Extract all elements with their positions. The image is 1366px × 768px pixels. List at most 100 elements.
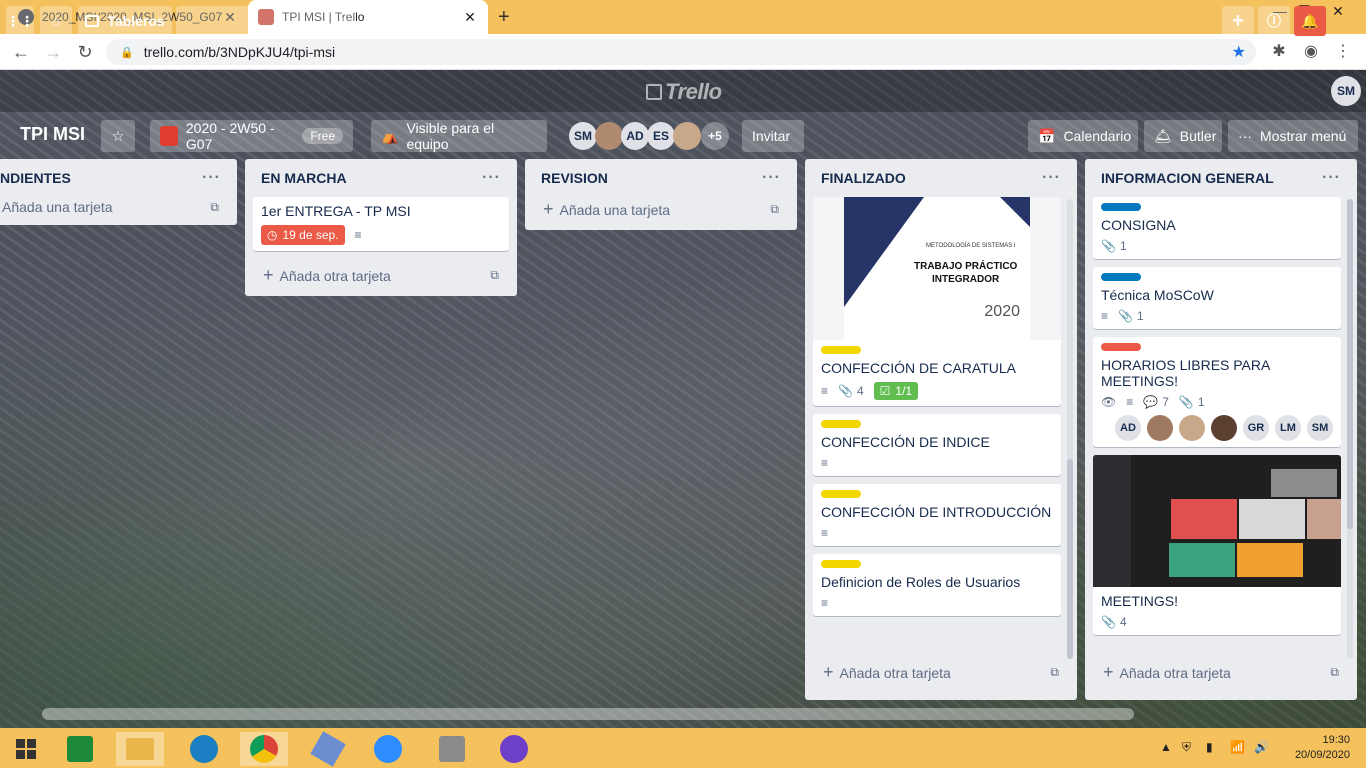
invite-button[interactable]: Invitar (742, 120, 804, 152)
list-en-marcha: EN MARCHA ··· 1er ENTREGA - TP MSI ◷ 19 … (245, 159, 517, 296)
list-title[interactable]: NDIENTES (0, 170, 202, 186)
member-avatar[interactable]: LM (1275, 415, 1301, 441)
list-title[interactable]: REVISION (541, 170, 762, 186)
butler-button[interactable]: 🛎 Butler (1144, 120, 1222, 152)
member-avatar[interactable] (1179, 415, 1205, 441)
user-avatar[interactable]: SM (1331, 76, 1361, 106)
profile-icon[interactable]: ◉ (1300, 42, 1322, 64)
card[interactable]: METODOLOGÍA DE SISTEMAS I TRABAJO PRÁCTI… (813, 197, 1061, 406)
chrome-icon[interactable] (240, 732, 288, 766)
forward-icon[interactable]: → (42, 41, 64, 63)
card-label-blue[interactable] (1101, 203, 1141, 211)
list-menu-icon[interactable]: ··· (1322, 169, 1341, 187)
member-avatar[interactable]: AD (1115, 415, 1141, 441)
add-card-button[interactable]: + Añada otra tarjeta ⧉ (245, 259, 517, 296)
member-avatar[interactable]: AD (621, 122, 649, 150)
create-button[interactable]: + (1222, 6, 1254, 36)
url-bar[interactable]: 🔒 trello.com/b/3NDpKJU4/tpi-msi ★ (106, 39, 1256, 65)
back-icon[interactable]: ← (10, 41, 32, 63)
member-avatar[interactable]: ES (647, 122, 675, 150)
card-template-icon[interactable]: ⧉ (1330, 665, 1339, 680)
excel-icon[interactable] (56, 732, 104, 766)
more-members-badge[interactable]: +5 (701, 122, 729, 150)
member-avatar[interactable]: SM (1307, 415, 1333, 441)
security-icon[interactable]: ⛨ (1182, 740, 1191, 755)
card[interactable]: CONFECCIÓN DE INDICE ≡ (813, 414, 1061, 476)
home-icon[interactable]: ⌂ (40, 6, 72, 36)
member-avatar[interactable] (595, 122, 623, 150)
card-template-icon[interactable]: ⧉ (1050, 665, 1059, 680)
card-template-icon[interactable]: ⧉ (770, 202, 779, 217)
add-card-button[interactable]: + Añada una tarjeta ⧉ (525, 197, 797, 230)
card-label-yellow[interactable] (821, 490, 861, 498)
virtualbox-icon[interactable] (304, 731, 352, 767)
network-icon[interactable]: 📶 (1230, 740, 1245, 754)
boards-button[interactable]: Tableros (78, 6, 172, 36)
list-title[interactable]: EN MARCHA (261, 170, 482, 186)
search-input[interactable]: ⌕ (176, 6, 356, 36)
member-avatar[interactable] (1211, 415, 1237, 441)
new-tab-button[interactable]: + (498, 6, 510, 29)
visibility-button[interactable]: ⛺ Visible para el equipo (371, 120, 547, 152)
card[interactable]: CONFECCIÓN DE INTRODUCCIÓN ≡ (813, 484, 1061, 546)
close-icon[interactable]: ✕ (462, 9, 478, 26)
list-scrollbar-thumb[interactable] (1347, 199, 1353, 529)
extensions-icon[interactable]: ✱ (1268, 42, 1290, 64)
card[interactable]: Definicion de Roles de Usuarios ≡ (813, 554, 1061, 616)
member-avatar[interactable]: SM (569, 122, 597, 150)
show-menu-button[interactable]: ··· Mostrar menú (1228, 120, 1358, 152)
card-label-yellow[interactable] (821, 420, 861, 428)
member-avatar[interactable]: GR (1243, 415, 1269, 441)
reload-icon[interactable]: ↻ (74, 41, 96, 63)
trello-logo[interactable]: Trello (646, 79, 722, 105)
taskbar-clock[interactable]: 19:30 20/09/2020 (1295, 733, 1350, 763)
card-label-blue[interactable] (1101, 273, 1141, 281)
card[interactable]: CONSIGNA 📎 1 (1093, 197, 1341, 259)
tray-chevron-icon[interactable]: ▲ (1160, 740, 1172, 754)
card-label-yellow[interactable] (821, 346, 861, 354)
team-button[interactable]: 2020 - 2W50 - G07 Free (150, 120, 353, 152)
battery-icon[interactable]: ▮ (1206, 740, 1213, 754)
board-title[interactable]: TPI MSI (20, 124, 85, 145)
calendar-button[interactable]: 📅 Calendario (1028, 120, 1138, 152)
list-title[interactable]: INFORMACION GENERAL (1101, 170, 1322, 186)
plus-icon: + (263, 265, 274, 285)
member-avatar[interactable] (673, 122, 701, 150)
card[interactable]: HORARIOS LIBRES PARA MEETINGS! 👁 ≡ 💬 7 📎 1… (1093, 337, 1341, 447)
card-label-red[interactable] (1101, 343, 1141, 351)
github-desktop-icon[interactable] (490, 732, 538, 766)
clock-date: 20/09/2020 (1294, 749, 1350, 761)
card-label-yellow[interactable] (821, 560, 861, 568)
add-card-button[interactable]: + Añada otra tarjeta ⧉ (1085, 662, 1357, 693)
bookmark-star-icon[interactable]: ★ (1232, 42, 1246, 62)
file-explorer-icon[interactable] (116, 732, 164, 766)
card-badges: ≡ (821, 526, 1053, 540)
card-template-icon[interactable]: ⧉ (490, 268, 499, 283)
card[interactable]: 1er ENTREGA - TP MSI ◷ 19 de sep. ≡ (253, 197, 509, 251)
apps-grid-icon[interactable]: ⋮⋮ (6, 6, 34, 36)
card[interactable]: MEETINGS! 📎 4 (1093, 455, 1341, 635)
windows-start-icon[interactable] (2, 732, 50, 766)
edge-icon[interactable] (180, 732, 228, 766)
notifications-bell-icon[interactable]: 🔔 (1294, 6, 1326, 36)
add-card-button[interactable]: + Añada otra tarjeta ⧉ (805, 652, 1077, 693)
card-body: MEETINGS! 📎 4 (1093, 587, 1341, 635)
add-card-button[interactable]: Añada una tarjeta ⧉ (0, 197, 237, 225)
card-template-icon[interactable]: ⧉ (210, 200, 219, 215)
list-menu-icon[interactable]: ··· (202, 169, 221, 187)
list-scrollbar-thumb[interactable] (1067, 459, 1073, 659)
card[interactable]: Técnica MoSCoW ≡ 📎 1 (1093, 267, 1341, 329)
chrome-menu-icon[interactable]: ⋮ (1332, 42, 1354, 64)
tools-icon[interactable] (428, 732, 476, 766)
list-menu-icon[interactable]: ··· (762, 169, 781, 187)
card-badges: ≡ 📎 4 ☑ 1/1 (821, 382, 1053, 400)
volume-icon[interactable]: 🔊 (1254, 740, 1269, 754)
info-icon[interactable]: ⓘ (1258, 6, 1290, 36)
zoom-icon[interactable] (364, 732, 412, 766)
list-menu-icon[interactable]: ··· (1042, 169, 1061, 187)
list-menu-icon[interactable]: ··· (482, 169, 501, 187)
board-horizontal-scrollbar[interactable] (42, 708, 1134, 720)
star-board-icon[interactable]: ☆ (101, 120, 135, 152)
list-title[interactable]: FINALIZADO (821, 170, 1042, 186)
member-avatar[interactable] (1147, 415, 1173, 441)
